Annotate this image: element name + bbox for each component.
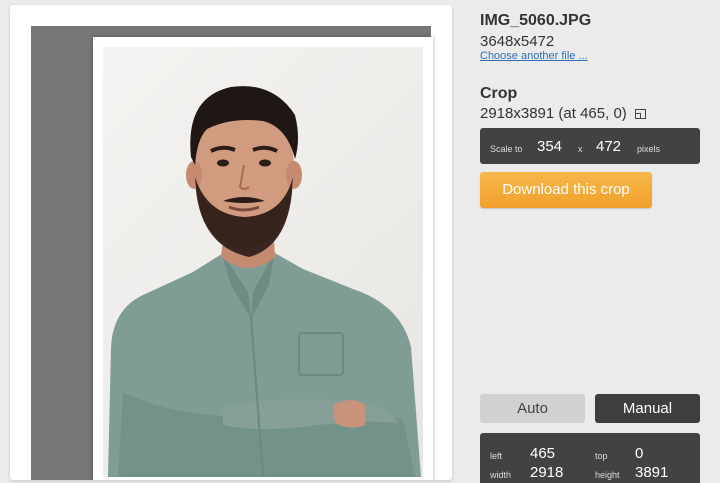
scale-label: Scale to — [490, 144, 523, 154]
scale-width-input[interactable]: 354 — [537, 138, 562, 155]
crop-coordinates: left 465 top 0 width 2918 height 3891 — [480, 433, 700, 483]
top-input[interactable]: 0 — [635, 445, 643, 462]
top-label: top — [595, 451, 608, 461]
width-input[interactable]: 2918 — [530, 464, 563, 481]
crop-info: 2918x3891 (at 465, 0) — [480, 105, 646, 122]
scale-height-input[interactable]: 472 — [596, 138, 621, 155]
image-card — [10, 5, 452, 480]
file-name: IMG_5060.JPG — [480, 12, 592, 29]
manual-mode-button[interactable]: Manual — [595, 394, 700, 423]
crop-info-text: 2918x3891 (at 465, 0) — [480, 105, 627, 122]
crop-heading: Crop — [480, 85, 518, 102]
file-dimensions: 3648x5472 — [480, 33, 555, 50]
height-label: height — [595, 470, 620, 480]
crop-panel: IMG_5060.JPG 3648x5472 Choose another fi… — [480, 0, 702, 483]
resize-icon[interactable] — [634, 109, 646, 119]
portrait-image — [108, 86, 421, 477]
width-label: width — [490, 470, 512, 480]
crop-selection[interactable] — [93, 37, 433, 480]
left-input[interactable]: 465 — [530, 445, 555, 462]
height-input[interactable]: 3891 — [635, 464, 668, 481]
image-outside-crop — [31, 26, 433, 480]
left-label: left — [490, 451, 503, 461]
auto-mode-button[interactable]: Auto — [480, 394, 585, 423]
scale-unit-label: pixels — [637, 144, 661, 154]
download-crop-button[interactable]: Download this crop — [480, 172, 652, 208]
photo-preview — [103, 47, 423, 477]
scale-x-label: x — [578, 144, 583, 154]
choose-another-file-link[interactable]: Choose another file ... — [480, 50, 588, 62]
scale-box: Scale to 354 x 472 pixels — [480, 128, 700, 164]
